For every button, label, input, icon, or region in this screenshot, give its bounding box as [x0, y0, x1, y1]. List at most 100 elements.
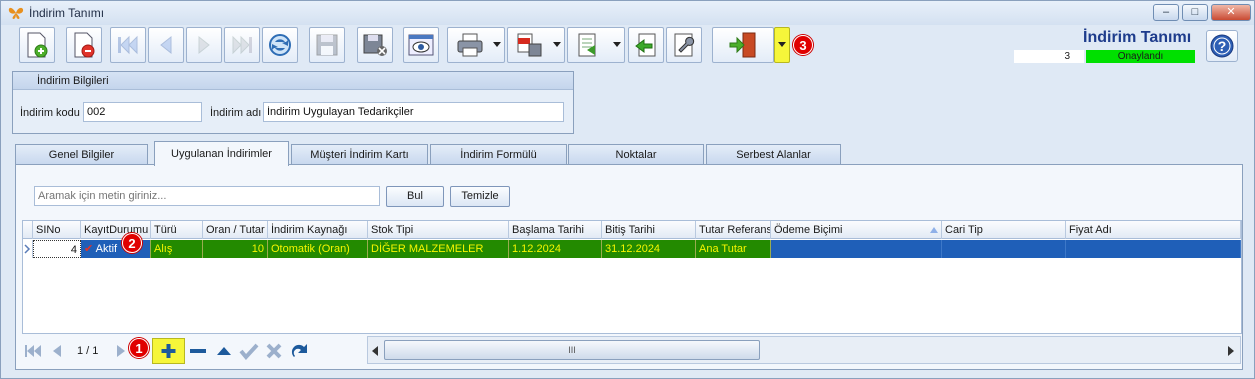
- wrench-icon: [674, 33, 695, 57]
- tab-points[interactable]: Noktalar: [568, 144, 704, 165]
- cell-type[interactable]: Alış: [151, 240, 203, 258]
- callout-badge-3: 3: [793, 35, 813, 55]
- add-row-button[interactable]: [152, 338, 185, 364]
- back-button[interactable]: [628, 27, 664, 63]
- first-page-icon[interactable]: [24, 344, 44, 358]
- scroll-right-icon[interactable]: [1227, 346, 1235, 356]
- first-record-button[interactable]: [110, 27, 146, 63]
- clear-button[interactable]: Temizle: [450, 186, 510, 207]
- previous-page-icon[interactable]: [51, 344, 63, 358]
- cell-source[interactable]: Otomatik (Oran): [268, 240, 368, 258]
- previous-record-button[interactable]: [148, 27, 184, 63]
- title-bar: İndirim Tanımı ‒ □ ✕: [1, 1, 1254, 25]
- table-row[interactable]: 4 ✔ Aktif Alış 10 Otomatik (Oran) DİĞER …: [23, 240, 1241, 258]
- column-header[interactable]: Bitiş Tarihi: [602, 221, 696, 239]
- save-button[interactable]: [309, 27, 345, 63]
- print-button[interactable]: [447, 27, 505, 63]
- tab-applied-discounts[interactable]: Uygulanan İndirimler: [154, 141, 289, 166]
- minimize-button[interactable]: ‒: [1153, 4, 1179, 21]
- column-header[interactable]: Stok Tipi: [368, 221, 509, 239]
- row-indicator[interactable]: [23, 240, 33, 258]
- new-document-icon: [27, 32, 48, 58]
- column-header[interactable]: SINo: [33, 221, 81, 239]
- last-icon: [232, 35, 252, 55]
- column-header[interactable]: KayıtDurumu: [81, 221, 151, 239]
- cell-sino[interactable]: 4: [33, 240, 81, 258]
- column-header-payment[interactable]: Ödeme Biçimi: [771, 221, 942, 239]
- status-text: Aktif: [95, 243, 118, 255]
- cell-payment[interactable]: [771, 240, 942, 258]
- callout-badge-2: 2: [122, 233, 142, 253]
- column-header[interactable]: Tutar Referans: [696, 221, 771, 239]
- transfer-button[interactable]: [567, 27, 625, 63]
- search-input[interactable]: [34, 186, 380, 206]
- cell-rate[interactable]: 10: [203, 240, 268, 258]
- checkmark-icon[interactable]: [239, 342, 259, 360]
- cancel-save-button[interactable]: [357, 27, 393, 63]
- help-icon: ?: [1210, 34, 1234, 58]
- maximize-button[interactable]: □: [1182, 4, 1208, 21]
- chevron-down-icon: [553, 42, 561, 47]
- column-header[interactable]: Türü: [151, 221, 203, 239]
- move-up-icon[interactable]: [215, 345, 233, 357]
- row-pointer-icon: [24, 244, 31, 254]
- tab-general-info[interactable]: Genel Bilgiler: [15, 144, 148, 165]
- preview-button[interactable]: [403, 27, 439, 63]
- column-header[interactable]: İndirim Kaynağı: [268, 221, 368, 239]
- next-icon: [198, 35, 210, 55]
- column-header[interactable]: Cari Tip: [942, 221, 1066, 239]
- approval-status-badge: Onaylandı: [1086, 50, 1195, 63]
- column-header-label: Ödeme Biçimi: [774, 224, 843, 236]
- column-header[interactable]: Başlama Tarihi: [509, 221, 602, 239]
- chevron-down-icon: [778, 42, 786, 47]
- cell-account-type[interactable]: [942, 240, 1066, 258]
- document-transfer-icon: [578, 33, 596, 57]
- tab-discount-formula[interactable]: İndirim Formülü: [430, 144, 567, 165]
- preview-eye-icon: [408, 34, 434, 56]
- discount-name-input[interactable]: [263, 102, 564, 122]
- next-record-button[interactable]: [186, 27, 222, 63]
- discount-name-label: İndirim adı: [210, 107, 262, 119]
- refresh-button[interactable]: [262, 27, 298, 63]
- window-title: İndirim Tanımı: [29, 6, 105, 20]
- tools-button[interactable]: [666, 27, 702, 63]
- tab-customer-discount-card[interactable]: Müşteri İndirim Kartı: [291, 144, 428, 165]
- column-header[interactable]: Fiyat Adı: [1066, 221, 1241, 239]
- cell-end-date[interactable]: 31.12.2024: [602, 240, 696, 258]
- minus-icon[interactable]: [188, 345, 208, 357]
- find-button[interactable]: Bul: [386, 186, 444, 207]
- next-page-icon[interactable]: [115, 344, 127, 358]
- close-button[interactable]: ✕: [1211, 4, 1251, 21]
- callout-badge-1: 1: [129, 338, 149, 358]
- cell-stock-type[interactable]: DİĞER MALZEMELER: [368, 240, 509, 258]
- chevron-down-icon: [493, 42, 501, 47]
- exit-dropdown-button[interactable]: [774, 27, 790, 63]
- butterfly-app-icon: [8, 6, 24, 20]
- delete-record-button[interactable]: [66, 27, 102, 63]
- last-record-button[interactable]: [224, 27, 260, 63]
- scroll-thumb[interactable]: III: [384, 340, 760, 360]
- new-record-button[interactable]: [19, 27, 55, 63]
- cell-start-date[interactable]: 1.12.2024: [509, 240, 602, 258]
- discount-code-label: İndirim kodu: [20, 107, 80, 119]
- column-header[interactable]: Oran / Tutar: [203, 221, 268, 239]
- exit-button[interactable]: [712, 27, 774, 63]
- printer-icon: [457, 33, 483, 57]
- refresh-icon: [269, 34, 291, 56]
- discount-grid: SINo KayıtDurumu Türü Oran / Tutar İndir…: [22, 220, 1242, 334]
- scroll-left-icon[interactable]: [371, 346, 379, 356]
- svg-text:?: ?: [1218, 38, 1227, 54]
- first-icon: [118, 35, 138, 55]
- cancel-x-icon[interactable]: [265, 343, 283, 359]
- redo-icon[interactable]: [290, 342, 312, 360]
- row-indicator-header: [23, 221, 33, 239]
- horizontal-scrollbar[interactable]: III: [367, 336, 1241, 364]
- save-icon: [316, 34, 338, 56]
- delete-document-icon: [74, 32, 95, 58]
- discount-code-input[interactable]: [83, 102, 202, 122]
- help-button[interactable]: ?: [1206, 30, 1238, 62]
- tab-free-fields[interactable]: Serbest Alanlar: [706, 144, 841, 165]
- cell-price-name[interactable]: [1066, 240, 1241, 258]
- cell-amount-ref[interactable]: Ana Tutar: [696, 240, 771, 258]
- export-pdf-button[interactable]: [507, 27, 565, 63]
